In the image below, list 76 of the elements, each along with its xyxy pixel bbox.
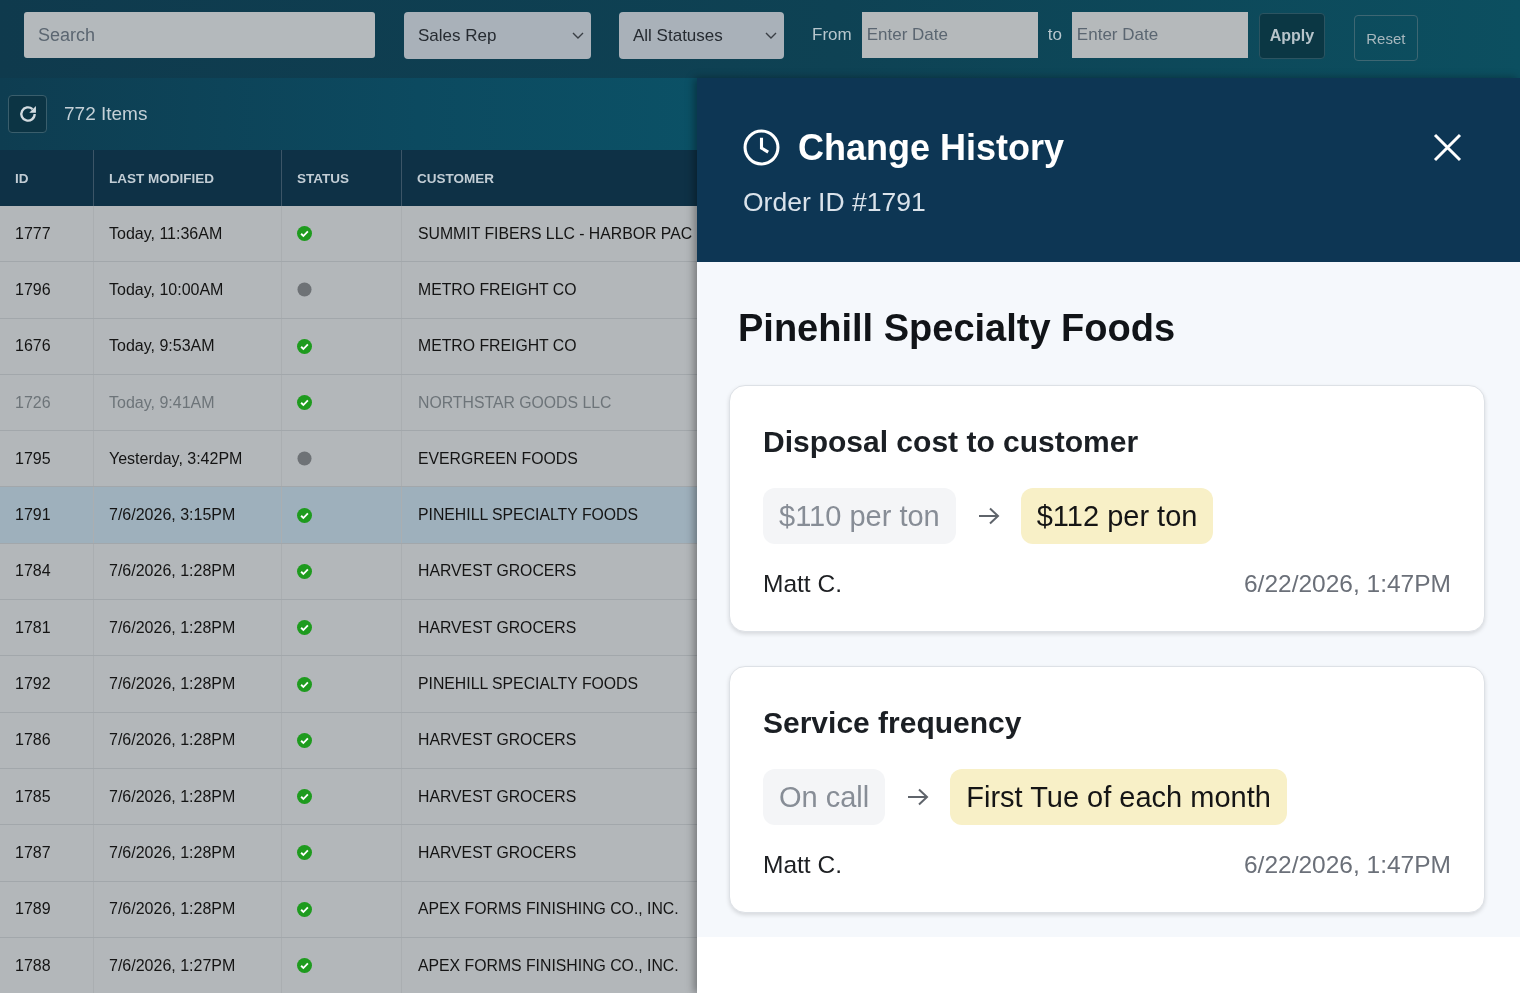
table-cell-text: 1796 bbox=[14, 279, 52, 300]
table-cell: Today, 10:00AM bbox=[93, 262, 281, 318]
table-row[interactable]: 1781 7/6/2026, 1:28PM HARVEST GROCERS bbox=[0, 600, 697, 657]
table-row[interactable]: 1784 7/6/2026, 1:28PM HARVEST GROCERS bbox=[0, 543, 697, 601]
table-row[interactable]: 1676 Today, 9:53AM METRO FREIGHT CO bbox=[0, 318, 697, 375]
table-cell-text: 1781 bbox=[14, 617, 52, 638]
filter-label: to bbox=[1047, 24, 1062, 46]
table-cell-text: 1788 bbox=[14, 955, 52, 976]
date-field[interactable]: Enter Date bbox=[1071, 12, 1248, 58]
panel-title: Change History bbox=[798, 127, 1065, 168]
table-row[interactable]: 1789 7/6/2026, 1:28PM APEX FORMS FINISHING CO., INC. bbox=[0, 881, 697, 938]
column-header: LAST MODIFIED bbox=[93, 150, 281, 206]
new-value: First Tue of each month bbox=[950, 769, 1287, 825]
caret-icon bbox=[765, 32, 777, 39]
column-header: ID bbox=[0, 150, 93, 206]
filter-label: From bbox=[812, 24, 852, 46]
table-cell-text: 1784 bbox=[14, 561, 52, 582]
table-cell: 7/6/2026, 1:28PM bbox=[93, 825, 281, 881]
search-field[interactable]: Search bbox=[24, 12, 375, 58]
table-cell-text: 1777 bbox=[14, 223, 52, 244]
arrow-right-icon bbox=[977, 506, 1000, 526]
status-dropdown[interactable]: All Statuses bbox=[619, 12, 784, 59]
column-header: CUSTOMER bbox=[401, 150, 697, 206]
table-cell-text: 1795 bbox=[14, 448, 52, 469]
change-author: Matt C. bbox=[763, 570, 842, 598]
table-cell: Today, 9:53AM bbox=[93, 318, 281, 374]
table-row[interactable]: 1777 Today, 11:36AM SUMMIT FIBERS LLC - HARBOR PAC bbox=[0, 206, 697, 263]
new-value: $112 per ton bbox=[1020, 488, 1214, 544]
close-button[interactable] bbox=[1433, 133, 1462, 162]
table-cell: 7/6/2026, 1:27PM bbox=[93, 937, 281, 993]
item-count: 772 Items bbox=[64, 103, 148, 125]
table-cell-text: 1789 bbox=[14, 899, 52, 920]
old-value: On call bbox=[763, 769, 886, 825]
table-row[interactable]: 1786 7/6/2026, 1:28PM HARVEST GROCERS bbox=[0, 712, 697, 769]
table-cell-text: 1785 bbox=[14, 786, 52, 807]
change-author: Matt C. bbox=[763, 851, 842, 879]
sales-rep-dropdown[interactable]: Sales Rep bbox=[404, 12, 591, 59]
table-row[interactable]: 1791 7/6/2026, 3:15PM PINEHILL SPECIALTY FOODS bbox=[0, 487, 697, 544]
table-cell: 7/6/2026, 1:28PM bbox=[93, 543, 281, 600]
order-id: Order ID #1791 bbox=[743, 187, 926, 217]
table-cell-text: 1726 bbox=[14, 392, 52, 413]
caret-icon bbox=[572, 32, 584, 39]
date-field[interactable]: Enter Date bbox=[861, 12, 1038, 58]
filter-button[interactable]: Reset bbox=[1353, 15, 1418, 61]
table-cell-text: 1792 bbox=[14, 674, 52, 694]
table-cell: 7/6/2026, 1:28PM bbox=[93, 712, 281, 768]
table-cell: 7/6/2026, 1:28PM bbox=[93, 881, 281, 937]
table-row[interactable]: 1785 7/6/2026, 1:28PM HARVEST GROCERS bbox=[0, 768, 697, 826]
table-cell: 7/6/2026, 1:28PM bbox=[93, 600, 281, 656]
table-row[interactable]: 1796 Today, 10:00AM METRO FREIGHT CO bbox=[0, 262, 697, 319]
table-row[interactable]: 1787 7/6/2026, 1:28PM HARVEST GROCERS bbox=[0, 825, 697, 882]
clock-icon bbox=[743, 129, 780, 166]
table-cell-text: 1676 bbox=[14, 336, 52, 357]
column-header: STATUS bbox=[281, 150, 401, 206]
change-time: 6/22/2026, 1:47PM bbox=[1243, 570, 1451, 598]
table-row[interactable]: 1795 Yesterday, 3:42PM EVERGREEN FOODS bbox=[0, 431, 697, 488]
table-cell: 7/6/2026, 1:28PM bbox=[93, 768, 281, 825]
change-time: 6/22/2026, 1:47PM bbox=[1243, 851, 1451, 879]
filter-button[interactable]: Apply bbox=[1258, 13, 1325, 59]
change-field-name: Service frequency bbox=[763, 705, 1022, 740]
old-value: $110 per ton bbox=[763, 488, 956, 544]
table-cell-text: 1787 bbox=[14, 842, 52, 863]
table-cell: 7/6/2026, 1:28PM bbox=[93, 656, 281, 712]
refresh-button[interactable] bbox=[8, 95, 47, 133]
change-field-name: Disposal cost to customer bbox=[763, 424, 1139, 459]
table-cell: Today, 9:41AM bbox=[93, 374, 281, 431]
table-row[interactable]: 1792 7/6/2026, 1:28PM PINEHILL SPECIALTY FOODS bbox=[0, 656, 697, 713]
table-cell-text: 1791 bbox=[14, 505, 52, 526]
refresh-icon bbox=[17, 104, 38, 124]
table-cell-text: 1786 bbox=[14, 730, 52, 751]
table-cell: 7/6/2026, 3:15PM bbox=[93, 487, 281, 543]
table-cell: Today, 11:36AM bbox=[93, 206, 281, 262]
table-cell: Yesterday, 3:42PM bbox=[93, 431, 281, 487]
close-icon bbox=[1433, 133, 1462, 162]
arrow-right-icon bbox=[907, 787, 930, 807]
customer-name: Pinehill Specialty Foods bbox=[738, 306, 1176, 350]
